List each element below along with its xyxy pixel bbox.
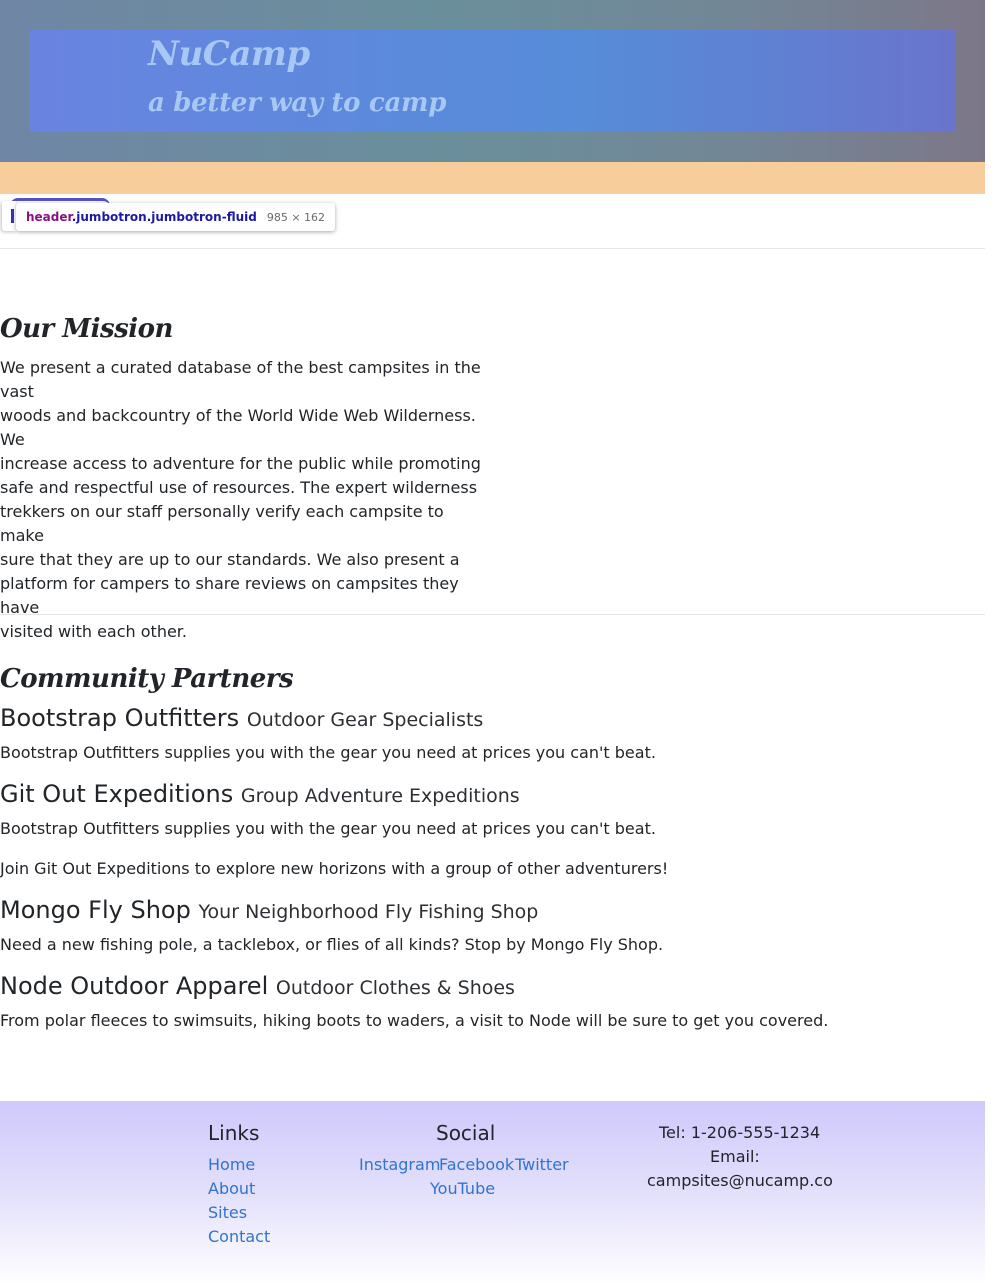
- mission-line: woods and backcountry of the World Wide …: [0, 406, 476, 449]
- mission-line: We present a curated database of the bes…: [0, 358, 481, 401]
- partner-subtitle: Your Neighborhood Fly Fishing Shop: [198, 901, 539, 923]
- mission-line: visited with each other.: [0, 622, 187, 641]
- partner-subtitle: Outdoor Clothes & Shoes: [275, 977, 515, 999]
- footer-link-home[interactable]: Home: [208, 1155, 255, 1174]
- footer-link-contact[interactable]: Contact: [208, 1227, 270, 1246]
- divider: [0, 248, 985, 249]
- partners-heading: Community Partners: [0, 664, 294, 694]
- contact-email-label: Email:: [710, 1147, 760, 1166]
- social-link-facebook[interactable]: Facebook: [439, 1155, 514, 1174]
- footer-links-title: Links: [208, 1121, 260, 1145]
- inspector-size: 985 × 162: [266, 210, 326, 224]
- footer-link-sites[interactable]: Sites: [208, 1203, 247, 1222]
- footer-social-title: Social: [436, 1121, 496, 1145]
- mission-line: sure that they are up to our standards. …: [0, 550, 460, 569]
- partner-description: From polar fleeces to swimsuits, hiking …: [0, 1011, 829, 1030]
- partner-subtitle: Outdoor Gear Specialists: [246, 709, 484, 731]
- partner-name: Git Out Expeditions Group Adventure Expe…: [0, 780, 520, 808]
- divider: [0, 614, 985, 615]
- contact-tel: Tel: 1-206-555-1234: [659, 1123, 821, 1142]
- mission-text: We present a curated database of the bes…: [0, 356, 485, 644]
- mission-heading: Our Mission: [0, 314, 173, 344]
- mission-line: increase access to adventure for the pub…: [0, 454, 481, 473]
- mission-line: platform for campers to share reviews on…: [0, 574, 459, 617]
- partner-name: Node Outdoor Apparel Outdoor Clothes & S…: [0, 972, 515, 1000]
- social-link-twitter[interactable]: Twitter: [515, 1155, 569, 1174]
- mission-line: trekkers on our staff personally verify …: [0, 502, 444, 545]
- inspector-tooltip-pointer: [2, 201, 16, 231]
- inspector-selector: header.jumbotron.jumbotron-fluid: [26, 210, 257, 224]
- partner-description: Join Git Out Expeditions to explore new …: [0, 859, 669, 878]
- footer-link-about[interactable]: About: [208, 1179, 255, 1198]
- contact-email-link[interactable]: campsites@nucamp.co: [647, 1171, 833, 1190]
- partner-description: Bootstrap Outfitters supplies you with t…: [0, 743, 656, 762]
- partner-description: Bootstrap Outfitters supplies you with t…: [0, 819, 656, 838]
- brand-title: NuCamp: [148, 34, 310, 74]
- partner-name: Mongo Fly Shop Your Neighborhood Fly Fis…: [0, 896, 539, 924]
- social-link-instagram[interactable]: Instagram: [359, 1155, 440, 1174]
- partner-name: Bootstrap Outfitters Outdoor Gear Specia…: [0, 704, 484, 732]
- social-link-youtube[interactable]: YouTube: [430, 1179, 495, 1198]
- footer: Links Home About Sites Contact Social In…: [0, 1101, 985, 1285]
- brand-tagline: a better way to camp: [148, 88, 447, 118]
- inspector-tooltip: header.jumbotron.jumbotron-fluid 985 × 1…: [16, 203, 336, 231]
- partner-subtitle: Group Adventure Expeditions: [240, 785, 520, 807]
- header-jumbotron: NuCamp a better way to camp: [0, 0, 985, 162]
- partner-description: Need a new fishing pole, a tacklebox, or…: [0, 935, 664, 954]
- mission-line: safe and respectful use of resources. Th…: [0, 478, 478, 497]
- navbar: [0, 162, 985, 194]
